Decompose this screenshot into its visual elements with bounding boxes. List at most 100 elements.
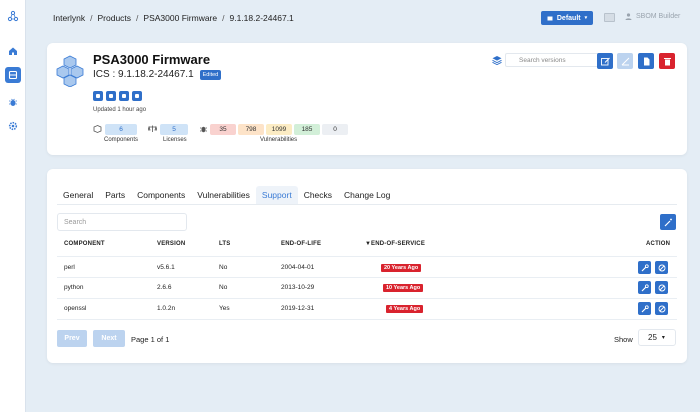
- chevron-down-icon: ▾: [661, 335, 665, 341]
- breadcrumb-item-products[interactable]: Products: [98, 13, 132, 23]
- breadcrumb-separator: /: [222, 13, 225, 23]
- chevron-down-icon: ▾: [584, 15, 588, 21]
- tab-checks[interactable]: Checks: [298, 186, 338, 204]
- environment-label: Default: [556, 14, 581, 22]
- block-icon: [658, 284, 665, 291]
- row-divider: [57, 256, 677, 257]
- row-divider: [57, 319, 677, 320]
- breadcrumb-separator: /: [136, 13, 139, 23]
- cell-eol: 2004-04-01: [281, 264, 315, 271]
- row-divider: [57, 298, 677, 299]
- home-icon[interactable]: [5, 43, 21, 59]
- document-button[interactable]: [638, 53, 654, 69]
- cell-component: openssl: [64, 305, 87, 312]
- tab-general[interactable]: General: [57, 186, 99, 204]
- components-label: Components: [104, 137, 139, 143]
- magic-wand-button[interactable]: [660, 214, 676, 230]
- eos-badge: 20 Years Ago: [381, 264, 422, 272]
- user-icon: [625, 13, 632, 20]
- tab-change-log[interactable]: Change Log: [338, 186, 396, 204]
- col-header-lts[interactable]: LTS: [219, 241, 231, 247]
- eos-badge: 10 Years Ago: [383, 284, 424, 292]
- tab-parts[interactable]: Parts: [99, 186, 131, 204]
- next-button[interactable]: Next: [93, 330, 125, 347]
- col-header-component[interactable]: COMPONENT: [64, 241, 105, 247]
- breadcrumb-item-version: 9.1.18.2-24467.1: [229, 13, 294, 23]
- vuln-medium-count[interactable]: 1099: [266, 124, 292, 135]
- compare-button[interactable]: [617, 53, 633, 69]
- wrench-icon: [641, 304, 649, 312]
- bug-icon[interactable]: [5, 94, 21, 110]
- cell-lts: Yes: [219, 305, 230, 312]
- products-icon[interactable]: [5, 67, 21, 83]
- wrench-icon: [641, 263, 649, 271]
- environment-dropdown-button[interactable]: Default ▾: [541, 11, 593, 25]
- share-icon[interactable]: [132, 91, 142, 101]
- prev-button[interactable]: Prev: [57, 330, 87, 347]
- delete-button[interactable]: [659, 53, 675, 69]
- page-size-select[interactable]: 25 ▾: [638, 329, 676, 346]
- sidebar: [0, 0, 26, 412]
- cell-lts: No: [219, 284, 228, 291]
- block-icon: [658, 305, 665, 312]
- show-label: Show: [614, 335, 633, 344]
- tab-divider: [57, 204, 677, 205]
- keyboard-icon[interactable]: [604, 13, 615, 22]
- row-edit-button[interactable]: [638, 302, 651, 315]
- search-versions-input[interactable]: Search versions: [505, 53, 605, 67]
- vuln-low-count[interactable]: 185: [294, 124, 320, 135]
- licenses-label: Licenses: [163, 137, 187, 143]
- row-block-button[interactable]: [655, 281, 668, 294]
- cell-eol: 2019-12-31: [281, 305, 315, 312]
- edited-badge: Edited: [199, 69, 222, 80]
- tab-vulnerabilities[interactable]: Vulnerabilities: [191, 186, 256, 204]
- vuln-unknown-count[interactable]: 0: [322, 124, 348, 135]
- app-logo-icon[interactable]: [5, 8, 21, 24]
- network-logo-icon: [7, 10, 19, 22]
- magic-wand-icon: [664, 218, 672, 226]
- licenses-count[interactable]: 5: [160, 124, 188, 135]
- settings-gear-icon[interactable]: [5, 118, 21, 134]
- layers-icon: [492, 56, 502, 65]
- product-cubes-logo-icon: [56, 55, 84, 87]
- scale-icon: [148, 125, 157, 132]
- file-icon: [643, 57, 649, 65]
- page-info: Page 1 of 1: [131, 335, 170, 344]
- block-icon: [658, 264, 665, 271]
- download-icon[interactable]: [93, 91, 103, 101]
- breadcrumb: Interlynk / Products / PSA3000 Firmware …: [53, 13, 294, 23]
- row-edit-button[interactable]: [638, 261, 651, 274]
- col-header-eol[interactable]: END-OF-LIFE: [281, 241, 321, 247]
- row-block-button[interactable]: [655, 261, 668, 274]
- tab-bar: General Parts Components Vulnerabilities…: [57, 186, 396, 204]
- col-header-action: ACTION: [646, 241, 671, 247]
- row-edit-button[interactable]: [638, 281, 651, 294]
- trash-icon: [663, 57, 671, 65]
- briefcase-icon: [547, 16, 553, 21]
- user-menu[interactable]: SBOM Builder: [625, 13, 680, 20]
- user-name: SBOM Builder: [636, 13, 681, 20]
- tab-support[interactable]: Support: [255, 186, 298, 204]
- product-header-card: PSA3000 Firmware ICS : 9.1.18.2-24467.1 …: [47, 43, 687, 155]
- components-count[interactable]: 6: [105, 124, 137, 135]
- breadcrumb-item-org[interactable]: Interlynk: [53, 13, 85, 23]
- search-input[interactable]: Search: [57, 213, 187, 231]
- breadcrumb-item-product[interactable]: PSA3000 Firmware: [143, 13, 217, 23]
- row-block-button[interactable]: [655, 302, 668, 315]
- tab-components[interactable]: Components: [131, 186, 191, 204]
- support-card: General Parts Components Vulnerabilities…: [47, 169, 687, 363]
- edit-button[interactable]: [597, 53, 613, 69]
- wrench-icon: [641, 283, 649, 291]
- search-icon[interactable]: [106, 91, 116, 101]
- cell-lts: No: [219, 264, 228, 271]
- version-line: ICS : 9.1.18.2-24467.1 Edited: [93, 69, 222, 80]
- archive-icon[interactable]: [119, 91, 129, 101]
- vuln-critical-count[interactable]: 35: [210, 124, 236, 135]
- eos-badge: 4 Years Ago: [386, 305, 424, 313]
- col-header-version[interactable]: VERSION: [157, 241, 185, 247]
- quick-actions: [93, 91, 142, 101]
- col-header-eos[interactable]: END-OF-SERVICE: [371, 241, 425, 247]
- vuln-high-count[interactable]: 798: [238, 124, 264, 135]
- updated-text: Updated 1 hour ago: [93, 107, 147, 113]
- edit-icon: [600, 57, 610, 65]
